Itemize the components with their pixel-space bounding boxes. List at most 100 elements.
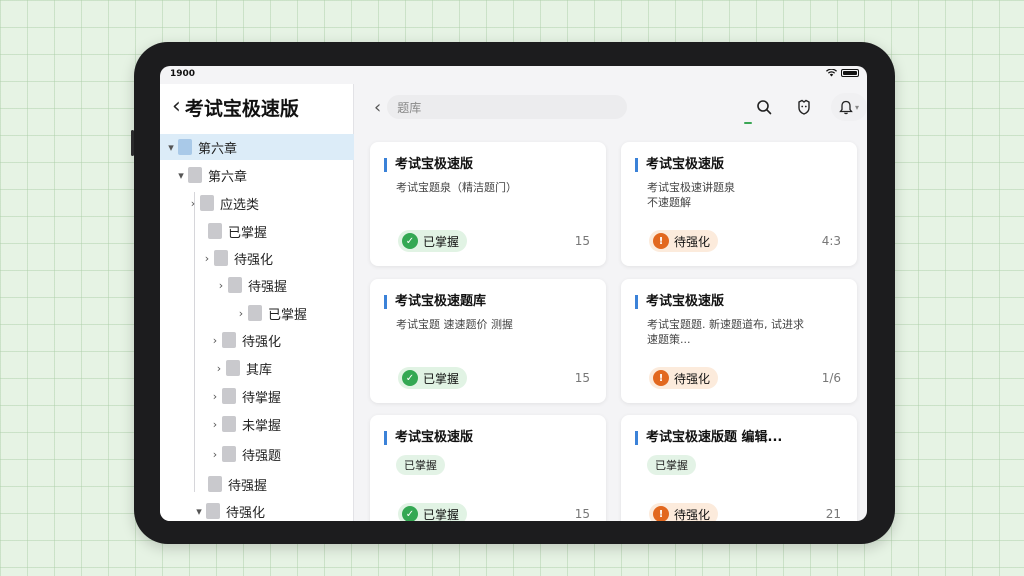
chevron-right-icon[interactable]: › xyxy=(208,334,222,347)
question-count: 15 xyxy=(574,507,590,521)
chevron-right-icon[interactable]: › xyxy=(208,390,222,403)
card-tag: 已掌握 xyxy=(647,455,696,475)
tree-item-label: 待强化 xyxy=(226,505,266,521)
chevron-right-icon[interactable]: › xyxy=(212,362,226,375)
status-badge: ✓ 已掌握 xyxy=(398,230,468,252)
status-time: 1900 xyxy=(170,69,196,79)
chevron-right-icon[interactable]: › xyxy=(208,448,222,461)
question-bank-card[interactable]: 考试宝极速版题 编辑... 已掌握! 待强化 21 xyxy=(621,415,857,521)
folder-icon xyxy=(226,360,240,376)
tree-item[interactable]: › 待强化 xyxy=(160,245,273,271)
chevron-right-icon[interactable]: › xyxy=(234,307,248,320)
status-label: 待强化 xyxy=(674,507,711,522)
question-count: 1/6 xyxy=(821,371,841,385)
folder-icon xyxy=(222,332,236,348)
status-bar: 1900 xyxy=(160,66,867,84)
chevron-right-icon[interactable]: › xyxy=(214,279,228,292)
notification-button[interactable]: ▾ xyxy=(831,93,867,121)
question-bank-card[interactable]: 考试宝极速版 考试宝极速讲题泉 不速题解! 待强化 4:3 xyxy=(621,142,857,266)
tree-item-label: 待掌握 xyxy=(242,390,282,406)
card-title: 考试宝极速版 xyxy=(384,158,473,172)
chevron-right-icon[interactable]: › xyxy=(208,418,222,431)
tree-item[interactable]: › 待强握 xyxy=(160,272,287,298)
wifi-icon xyxy=(826,69,837,77)
folder-icon xyxy=(248,305,262,321)
question-bank-card[interactable]: 考试宝极速版考试宝题泉（精洁题门） ✓ 已掌握 15 xyxy=(370,142,606,266)
card-description: 考试宝题题. 新速题道布, 试进求 速题策... xyxy=(647,318,804,346)
tree-item[interactable]: 已掌握 xyxy=(160,218,267,244)
card-title: 考试宝极速版 xyxy=(635,158,724,172)
status-icons xyxy=(826,69,859,77)
check-icon: ✓ xyxy=(402,233,418,249)
status-label: 已掌握 xyxy=(423,371,460,386)
chevron-left-icon[interactable]: ‹ xyxy=(172,96,181,118)
status-label: 已掌握 xyxy=(423,234,460,249)
question-bank-card[interactable]: 考试宝极速版 已掌握 ✓ 已掌握 15 xyxy=(370,415,606,521)
chevron-down-icon[interactable]: ▾ xyxy=(164,141,178,154)
main-panel: ‹ 题库 ▾ 考试宝极速版考试宝题泉（精洁题门） ✓ 已掌握 15 考试宝极速版… xyxy=(354,84,867,521)
search-icon[interactable] xyxy=(751,94,777,120)
status-badge: ! 待强化 xyxy=(649,503,719,522)
tree-item-label: 未掌握 xyxy=(242,418,282,434)
tablet-frame: 1900 ‹ 考试宝极速版 ▾ 第六章 ▾ 第六章 › 应选类 已掌握 › 待强化 › 待强握 › 已掌… xyxy=(131,42,895,544)
tree-item[interactable]: › 已掌握 xyxy=(160,300,307,326)
tree-item-label: 其库 xyxy=(246,362,273,378)
status-badge: ✓ 已掌握 xyxy=(398,503,468,522)
card-description: 考试宝极速讲题泉 不速题解 xyxy=(647,181,735,209)
tree-item[interactable]: › 未掌握 xyxy=(160,411,281,437)
question-count: 4:3 xyxy=(821,234,841,248)
tree-item-label: 已掌握 xyxy=(228,225,268,241)
tree-item-label: 已掌握 xyxy=(268,307,308,323)
card-tag: 已掌握 xyxy=(396,455,445,475)
chevron-down-icon: ▾ xyxy=(854,102,859,112)
tree-item[interactable]: › 其库 xyxy=(160,355,272,381)
question-count: 15 xyxy=(574,371,590,385)
warning-icon: ! xyxy=(653,233,669,249)
tree-item-label: 第六章 xyxy=(198,141,238,157)
card-title: 考试宝极速版题 编辑... xyxy=(635,431,782,445)
folder-icon xyxy=(222,416,236,432)
check-icon: ✓ xyxy=(402,370,418,386)
question-bank-card[interactable]: 考试宝极速题库 考试宝题 速速题价 测握 ✓ 已掌握 15 xyxy=(370,279,606,403)
tree-item-label: 待强握 xyxy=(248,279,288,295)
tree-item-label: 待强握 xyxy=(228,478,268,494)
chevron-right-icon[interactable]: › xyxy=(200,252,214,265)
toolbar-icons: ▾ xyxy=(751,84,867,130)
battery-icon xyxy=(841,69,859,77)
card-title: 考试宝极速版 xyxy=(384,431,473,445)
question-count: 15 xyxy=(574,234,590,248)
question-bank-card[interactable]: 考试宝极速版 考试宝题题. 新速题道布, 试进求 速题策...! 待强化 1/6 xyxy=(621,279,857,403)
folder-icon xyxy=(178,139,192,155)
folder-icon xyxy=(208,223,222,239)
top-bar: ‹ 题库 ▾ xyxy=(354,84,867,130)
search-input[interactable]: 题库 xyxy=(387,95,628,119)
card-description: 考试宝题泉（精洁题门） xyxy=(396,181,517,194)
tree-item[interactable]: › 应选类 xyxy=(160,190,259,216)
chevron-down-icon[interactable]: ▾ xyxy=(174,169,188,182)
status-badge: ✓ 已掌握 xyxy=(398,367,468,389)
tree-item[interactable]: › 待强化 xyxy=(160,327,281,353)
chevron-left-icon[interactable]: ‹ xyxy=(374,97,381,118)
bell-icon xyxy=(839,100,853,114)
tree-item[interactable]: › 待强题 xyxy=(160,441,281,467)
card-title: 考试宝极速题库 xyxy=(384,295,486,309)
folder-icon xyxy=(208,476,222,492)
tree-item[interactable]: ▾ 第六章 xyxy=(160,162,247,188)
folder-icon xyxy=(228,277,242,293)
folder-icon xyxy=(222,446,236,462)
tree-item-label: 待强题 xyxy=(242,448,282,464)
chevron-right-icon[interactable]: › xyxy=(186,197,200,210)
chevron-down-icon[interactable]: ▾ xyxy=(192,505,206,518)
tree-item[interactable]: ▾ 第六章 xyxy=(160,134,354,160)
chapter-tree: ▾ 第六章 ▾ 第六章 › 应选类 已掌握 › 待强化 › 待强握 › 已掌握 › 待强化 › 其库 › 待掌握 › 未… xyxy=(160,130,354,521)
shield-icon[interactable] xyxy=(791,94,817,120)
tree-item[interactable]: 待强握 xyxy=(160,471,267,497)
tree-item[interactable]: › 待掌握 xyxy=(160,383,281,409)
tree-item[interactable]: ▾ 待强化 xyxy=(160,498,265,521)
folder-icon xyxy=(214,250,228,266)
status-label: 待强化 xyxy=(674,371,711,386)
tree-item-label: 待强化 xyxy=(234,252,274,268)
status-badge: ! 待强化 xyxy=(649,367,719,389)
folder-icon xyxy=(200,195,214,211)
status-label: 已掌握 xyxy=(423,507,460,522)
